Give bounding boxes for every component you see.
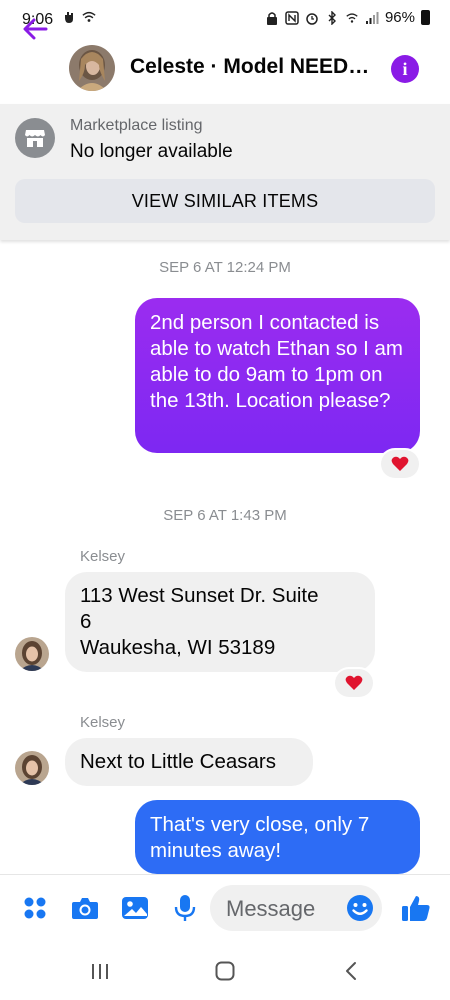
like-button[interactable]	[401, 893, 431, 923]
hand-icon	[62, 10, 76, 24]
listing-status: No longer available	[70, 141, 233, 162]
home-icon	[215, 961, 235, 981]
back-arrow-icon	[23, 18, 48, 40]
signal-icon	[365, 11, 379, 25]
camera-button[interactable]	[70, 893, 100, 923]
recents-icon	[92, 964, 108, 979]
heart-reaction[interactable]	[335, 669, 373, 697]
nfc-icon	[285, 10, 299, 25]
lock-icon	[265, 11, 279, 25]
sender-name: Kelsey	[80, 714, 126, 731]
listing-label: Marketplace listing	[70, 117, 203, 134]
outgoing-message-bubble[interactable]: 2nd person I contacted is able to watch …	[135, 298, 420, 453]
message-line: Waukesha, WI 53189	[80, 636, 276, 659]
timestamp: SEP 6 AT 1:43 PM	[163, 507, 287, 524]
camera-icon	[72, 898, 98, 919]
gallery-button[interactable]	[120, 893, 150, 923]
store-icon	[15, 118, 55, 158]
status-bar: 9:06 96%	[0, 0, 450, 42]
heart-icon	[345, 675, 363, 690]
battery-icon	[421, 10, 430, 25]
sender-name: Kelsey	[80, 548, 126, 565]
recent-apps-button[interactable]	[85, 958, 115, 984]
sender-avatar[interactable]	[15, 637, 49, 671]
four-dots-icon	[24, 897, 46, 919]
back-nav-button[interactable]	[336, 958, 366, 984]
message-placeholder: Message	[226, 896, 316, 921]
incoming-message-bubble[interactable]: 113 West Sunset Dr. Suite 6 Waukesha, WI…	[65, 572, 375, 672]
message-line: 113 West Sunset Dr. Suite	[80, 584, 319, 607]
heart-icon	[391, 456, 409, 471]
back-button[interactable]	[18, 12, 52, 46]
contact-avatar[interactable]	[69, 45, 115, 91]
timestamp: SEP 6 AT 12:24 PM	[159, 259, 291, 276]
more-actions-button[interactable]	[20, 893, 50, 923]
image-icon	[122, 897, 148, 919]
voice-button[interactable]	[170, 893, 200, 923]
thumbs-up-icon	[402, 896, 430, 921]
status-right-icons: 96%	[265, 9, 430, 26]
contact-name[interactable]: Celeste · Model NEED…	[130, 55, 375, 79]
emoji-button[interactable]	[346, 894, 374, 922]
alarm-icon	[305, 11, 319, 25]
chevron-left-icon	[346, 962, 356, 980]
smiley-icon	[347, 895, 373, 921]
wifi-icon	[82, 10, 96, 24]
info-icon[interactable]: i	[391, 55, 419, 83]
outgoing-message-bubble[interactable]: That's very close, only 7 minutes away!	[135, 800, 420, 874]
battery-percent: 96%	[384, 9, 415, 26]
status-notification-icons	[62, 10, 96, 24]
message-line: 6	[80, 610, 92, 633]
wifi-calling-icon	[345, 11, 359, 25]
home-button[interactable]	[210, 958, 240, 984]
view-similar-items-button[interactable]: VIEW SIMILAR ITEMS	[15, 179, 435, 223]
incoming-message-bubble[interactable]: Next to Little Ceasars	[65, 738, 313, 786]
sender-avatar[interactable]	[15, 751, 49, 785]
heart-reaction[interactable]	[381, 450, 419, 478]
microphone-icon	[174, 895, 196, 921]
bluetooth-icon	[325, 10, 339, 25]
